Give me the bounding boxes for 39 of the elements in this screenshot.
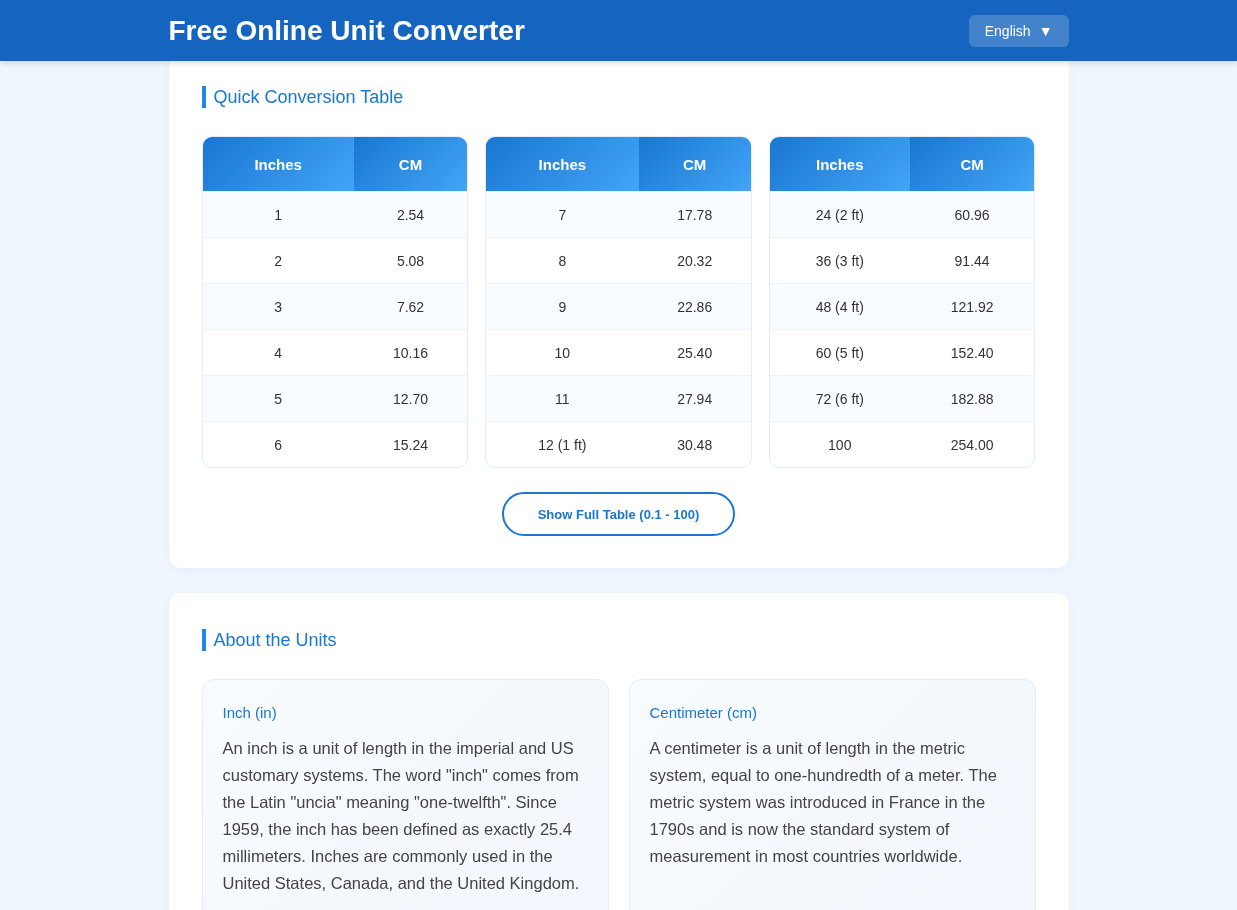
table-cell: 7 (486, 191, 639, 237)
column-header: CM (909, 137, 1035, 191)
table-cell: 72 (6 ft) (769, 375, 910, 421)
table-cell: 17.78 (638, 191, 751, 237)
table-cell: 100 (769, 421, 910, 467)
table-cell: 2.54 (353, 191, 468, 237)
table-cell: 1 (202, 191, 354, 237)
unit-description: A centimeter is a unit of length in the metric system, equal to one-hundredth of a meter. The metric system was introduced in France in the 1790s and is now the standard system of measurement in most countries worldwide. (649, 738, 998, 867)
table-cell: 6 (202, 421, 354, 467)
table-cell: 24 (2 ft) (769, 191, 910, 237)
table-cell: 60.96 (909, 191, 1035, 237)
table-cell: 5 (202, 375, 354, 421)
table-cell: 15.24 (353, 421, 468, 467)
table-cell: 48 (4 ft) (769, 283, 910, 329)
site-title: Free Online Unit Converter (168, 14, 525, 47)
table-cell: 3 (202, 283, 354, 329)
table-cell: 182.88 (909, 375, 1035, 421)
table-cell: 9 (486, 283, 639, 329)
column-header: CM (353, 137, 468, 191)
table-cell: 254.00 (909, 421, 1035, 467)
table-cell: 22.86 (638, 283, 751, 329)
column-header: Inches (486, 137, 639, 191)
column-header: Inches (769, 137, 910, 191)
table-cell: 27.94 (638, 375, 751, 421)
column-header: CM (638, 137, 751, 191)
table-cell: 12.70 (353, 375, 468, 421)
section-heading: Quick Conversion Table (201, 86, 1036, 108)
show-full-table-button[interactable]: Show Full Table (0.1 - 100) (501, 492, 736, 536)
unit-title: Inch (in) (222, 704, 278, 721)
table-cell: 7.62 (353, 283, 468, 329)
table-cell: 11 (486, 375, 639, 421)
table-cell: 121.92 (909, 283, 1035, 329)
unit-description: An inch is a unit of length in the imperial and US customary systems. The word "inch" comes from the Latin "uncia" meaning "one-twelfth". Since 1959, the inch has been defined as exactly 25.4 millimeters. Inches are commonly used in the United States, Canada, and the United Kingdom. (222, 738, 581, 894)
table-cell: 12 (1 ft) (486, 421, 639, 467)
section-heading: About the Units (201, 629, 1036, 651)
column-header: Inches (202, 137, 354, 191)
table-cell: 30.48 (638, 421, 751, 467)
language-dropdown[interactable]: English ▼ (968, 14, 1069, 47)
unit-title: Centimeter (cm) (649, 704, 758, 721)
